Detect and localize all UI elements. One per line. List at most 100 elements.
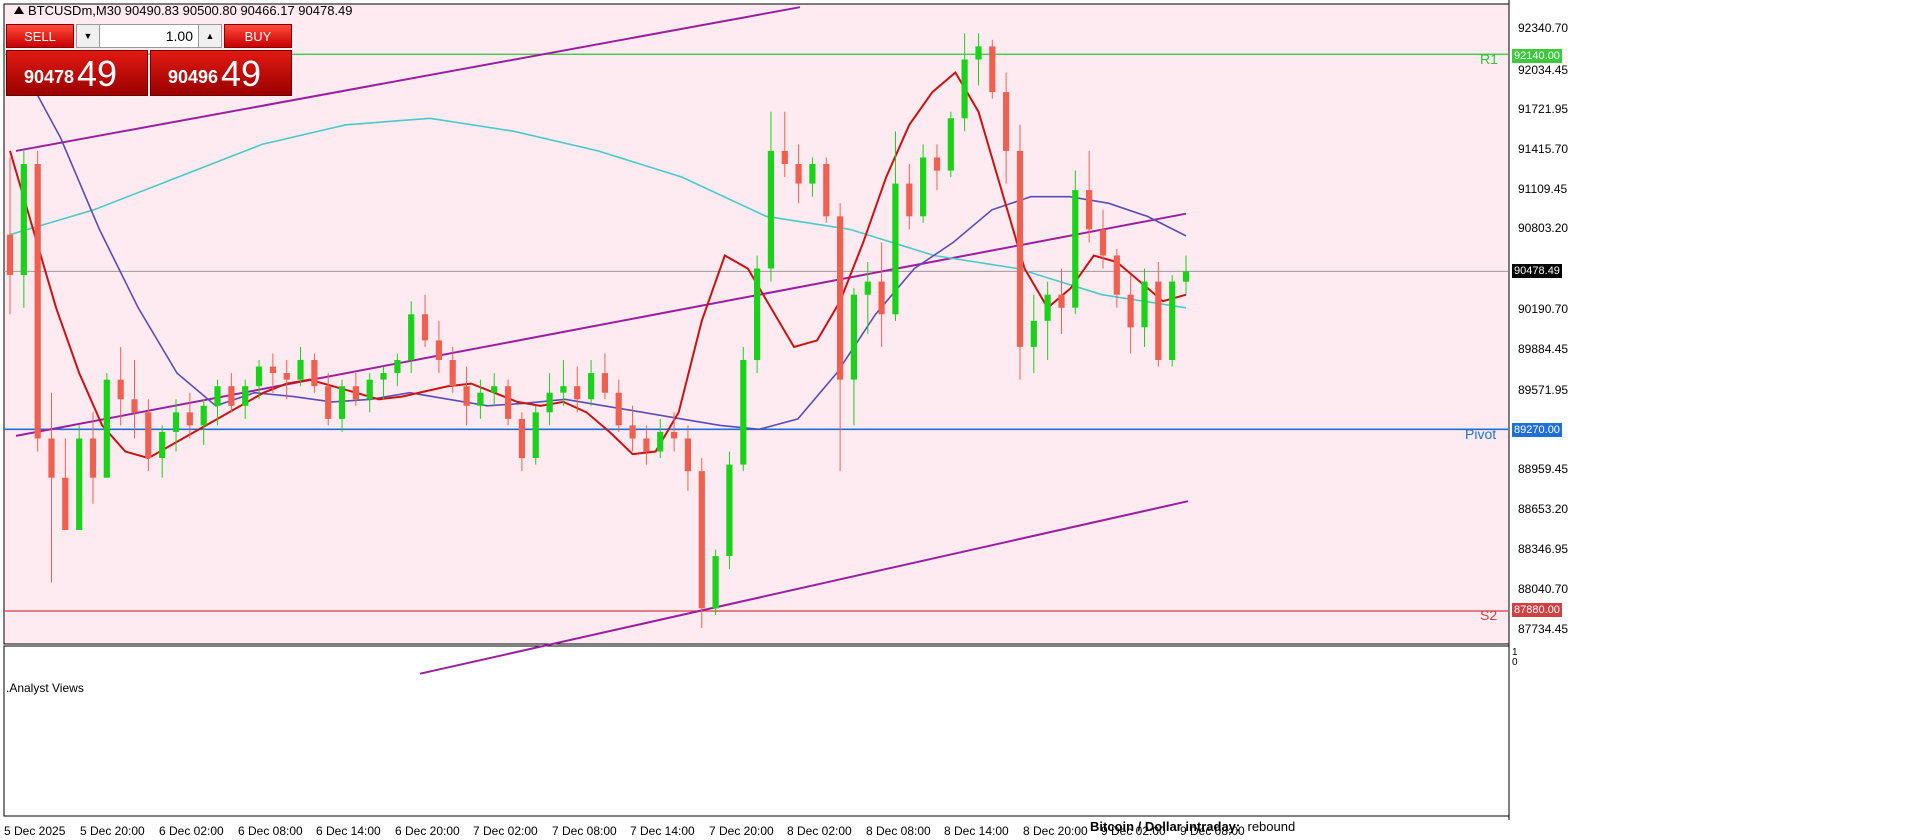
candle xyxy=(947,111,954,178)
candle-body xyxy=(657,431,664,452)
candle-body xyxy=(850,294,857,380)
candle-body xyxy=(172,412,180,432)
chart-canvas[interactable] xyxy=(0,0,1916,840)
buy-price-small: 90496 xyxy=(168,67,219,87)
candle-body xyxy=(906,183,913,217)
candle-body xyxy=(1030,320,1037,347)
y-tick-label: 89884.45 xyxy=(1518,342,1569,356)
candle-body xyxy=(989,46,996,93)
candle-body xyxy=(76,438,83,530)
candle-body xyxy=(546,392,553,413)
x-tick-label: 5 Dec 20:00 xyxy=(80,824,145,838)
candle-body xyxy=(421,314,429,341)
candle-body xyxy=(823,164,830,217)
candle xyxy=(103,373,110,478)
candle-body xyxy=(48,438,55,478)
sell-price-big: 49 xyxy=(77,53,118,94)
candle-body xyxy=(726,464,733,557)
sell-button[interactable]: SELL xyxy=(6,24,74,48)
candle-body xyxy=(131,399,138,413)
candle xyxy=(823,157,830,223)
buy-button[interactable]: BUY xyxy=(224,24,292,48)
lot-size-value[interactable]: 1.00 xyxy=(166,25,193,47)
current-price-tag: 90478.49 xyxy=(1512,264,1562,278)
candle xyxy=(1072,170,1079,315)
candle-body xyxy=(574,386,581,400)
candle-body xyxy=(615,392,622,426)
symbol-info: BTCUSDm,M30 90490.83 90500.80 90466.17 9… xyxy=(14,3,353,18)
x-tick-label: 7 Dec 20:00 xyxy=(709,824,774,838)
lot-size-field[interactable]: ▼ 1.00 ▲ xyxy=(76,24,222,48)
candle-body xyxy=(103,379,110,478)
y-tick-label: 91415.70 xyxy=(1518,142,1569,156)
candle-body xyxy=(864,281,871,295)
headline-status: rebound xyxy=(1247,819,1296,834)
x-tick-label: 7 Dec 08:00 xyxy=(552,824,617,838)
buy-price-button[interactable]: 90496 49 xyxy=(150,50,292,96)
candle-body xyxy=(89,438,97,478)
candle-body xyxy=(920,157,927,217)
subwindow-background xyxy=(3,645,1510,817)
candle-body xyxy=(311,360,318,387)
x-tick-label: 6 Dec 14:00 xyxy=(316,824,381,838)
collapse-triangle-icon[interactable] xyxy=(14,6,24,14)
candle-body xyxy=(117,379,124,400)
y-tick-label: 90803.20 xyxy=(1518,221,1569,235)
y-tick-label: 88040.70 xyxy=(1518,582,1569,596)
candle xyxy=(1016,124,1024,380)
candle-body xyxy=(463,386,470,406)
lot-increase-icon[interactable]: ▲ xyxy=(198,25,221,47)
y-tick-label: 88653.20 xyxy=(1518,502,1569,516)
y-tick-label: 92340.70 xyxy=(1518,21,1569,35)
candle-body xyxy=(1099,229,1107,256)
candle-body xyxy=(698,471,705,609)
candle-body xyxy=(269,366,276,374)
y-tick-label: 88346.95 xyxy=(1518,542,1569,556)
one-click-trading-panel: SELL ▼ 1.00 ▲ BUY 90478 49 90496 49 xyxy=(6,24,292,98)
sell-price-button[interactable]: 90478 49 xyxy=(6,50,148,96)
candle xyxy=(1169,275,1176,367)
candle-body xyxy=(671,431,678,439)
buy-price-big: 49 xyxy=(221,53,262,94)
candle-body xyxy=(1003,92,1010,151)
candle-body xyxy=(255,366,263,387)
symbol-info-text: BTCUSDm,M30 90490.83 90500.80 90466.17 9… xyxy=(28,3,353,18)
candle-body xyxy=(1016,150,1024,347)
x-tick-label: 8 Dec 02:00 xyxy=(787,824,852,838)
y-tick-label: 87734.45 xyxy=(1518,622,1569,636)
x-tick-label: 8 Dec 20:00 xyxy=(1023,824,1088,838)
s2-label: S2 xyxy=(1480,607,1498,623)
candle-body xyxy=(1182,271,1190,282)
candle xyxy=(989,39,996,99)
candle xyxy=(505,379,512,426)
candle-body xyxy=(352,386,359,400)
candle-body xyxy=(491,386,498,393)
candle-body xyxy=(62,477,69,530)
candle-body xyxy=(477,392,484,406)
x-tick-label: 7 Dec 14:00 xyxy=(630,824,695,838)
candle-body xyxy=(1141,281,1148,328)
candle xyxy=(712,549,719,615)
candle xyxy=(698,458,705,628)
candle-body xyxy=(283,373,290,380)
subwindow-title: .Analyst Views xyxy=(6,681,84,695)
candle xyxy=(34,150,41,452)
candle-body xyxy=(837,216,844,380)
candle-body xyxy=(754,268,761,361)
candle-body xyxy=(1044,294,1051,321)
x-tick-label: 8 Dec 14:00 xyxy=(944,824,1009,838)
candle-body xyxy=(588,373,595,400)
candle-body xyxy=(505,386,512,419)
candle-body xyxy=(767,150,774,269)
lot-decrease-icon[interactable]: ▼ xyxy=(77,25,100,47)
candle-body xyxy=(1086,190,1093,230)
chart-window: BTCUSDm,M30 90490.83 90500.80 90466.17 9… xyxy=(0,0,1916,840)
sell-price-small: 90478 xyxy=(24,67,75,87)
subwindow-scale-bottom: 0 xyxy=(1512,657,1518,668)
y-tick-label: 92034.45 xyxy=(1518,63,1569,77)
y-tick-label: 91721.95 xyxy=(1518,102,1569,116)
candle-body xyxy=(338,386,346,419)
candle-body xyxy=(975,46,982,60)
candle-body xyxy=(1072,190,1079,308)
candle-body xyxy=(643,438,650,452)
